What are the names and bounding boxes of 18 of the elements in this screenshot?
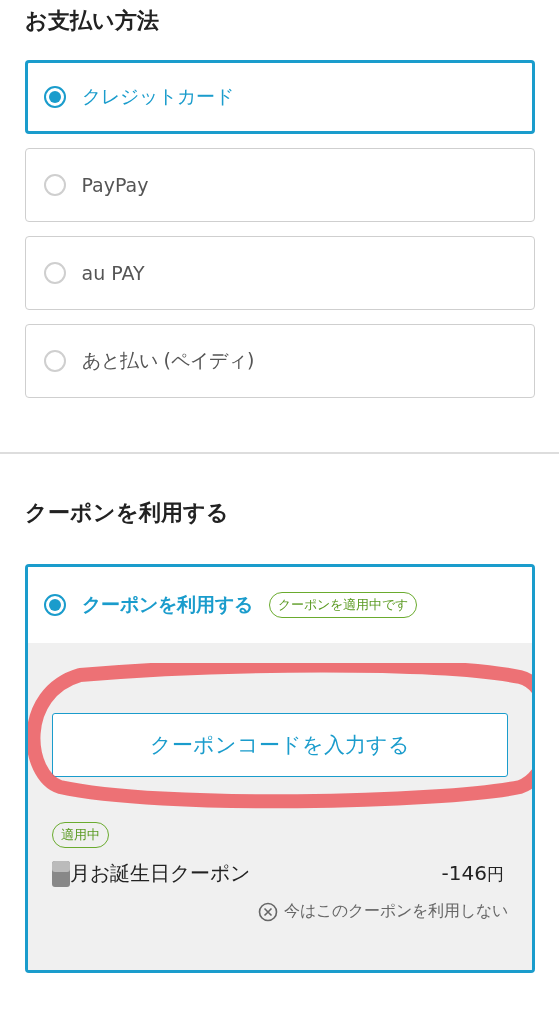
radio-icon (44, 86, 66, 108)
radio-icon (43, 174, 66, 196)
coupon-amount: -146円 (441, 861, 504, 886)
redaction-block (52, 860, 70, 887)
enter-coupon-button[interactable]: クーポンコードを入力する (52, 713, 508, 777)
radio-icon (43, 262, 66, 284)
payment-option[interactable]: PayPay (25, 148, 535, 222)
radio-icon (44, 594, 66, 616)
payment-option[interactable]: あと払い (ペイディ) (25, 324, 535, 398)
coupon-name: 月お誕生日クーポン (70, 860, 250, 887)
payment-option[interactable]: クレジットカード (25, 60, 535, 134)
radio-icon (43, 350, 66, 372)
payment-option[interactable]: au PAY (25, 236, 535, 310)
close-icon (258, 901, 278, 922)
option-label: クーポンを利用する (82, 592, 253, 617)
remove-coupon-link[interactable]: 今はこのクーポンを利用しない (258, 901, 508, 922)
section-title: お支払い方法 (25, 7, 160, 35)
section-title: クーポンを利用する (25, 499, 230, 527)
